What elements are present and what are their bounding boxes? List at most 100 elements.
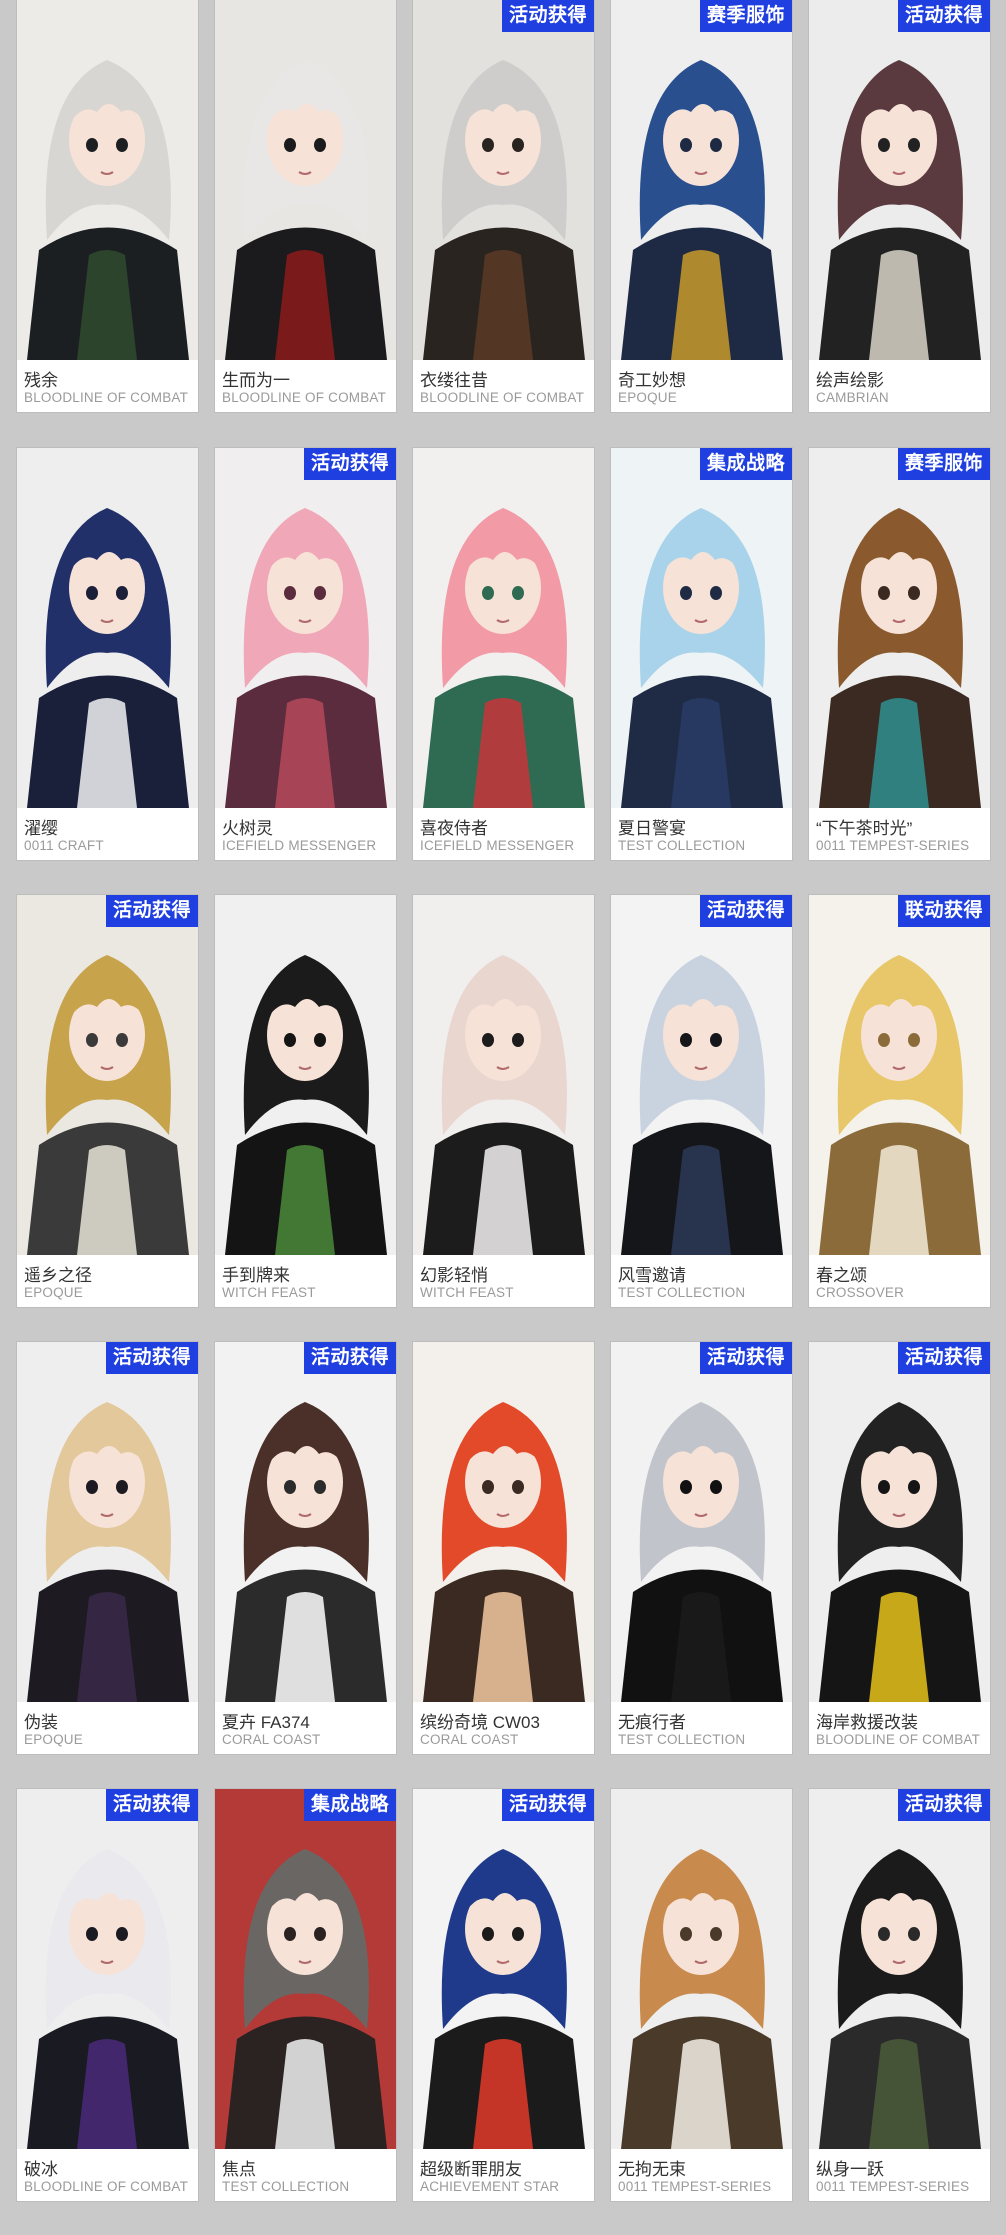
obtain-badge: 赛季服饰 <box>897 448 990 480</box>
skin-card[interactable]: 活动获得 风雪邀请 TEST COLLECTION <box>611 895 792 1307</box>
skin-artwork <box>611 1789 792 2149</box>
skin-series: TEST COLLECTION <box>618 1732 746 1747</box>
skin-card[interactable]: 喜夜侍者 ICEFIELD MESSENGER <box>413 448 594 860</box>
skin-artwork <box>413 1342 594 1702</box>
skin-artwork <box>611 895 792 1255</box>
skin-artwork <box>17 1789 198 2149</box>
skin-artwork <box>17 1342 198 1702</box>
skin-name: 喜夜侍者 <box>420 819 488 838</box>
skin-series: 0011 CRAFT <box>24 838 104 853</box>
skin-name: 伪装 <box>24 1713 58 1732</box>
skin-series: CORAL COAST <box>420 1732 519 1747</box>
skin-card[interactable]: 缤纷奇境 CW03 CORAL COAST <box>413 1342 594 1754</box>
skin-caption: 奇工妙想 EPOQUE <box>611 360 792 412</box>
skin-card[interactable]: 活动获得夏卉 FA374 CORAL COAST <box>215 1342 396 1754</box>
skin-card[interactable]: 活动获得绘声绘影 CAMBRIAN <box>809 0 990 412</box>
skin-artwork <box>215 895 396 1255</box>
skin-artwork <box>17 0 198 360</box>
skin-caption: 生而为一 BLOODLINE OF COMBAT <box>215 360 396 412</box>
skin-artwork <box>809 0 990 360</box>
skin-name: 生而为一 <box>222 371 290 390</box>
skin-artwork <box>413 1789 594 2149</box>
skin-card[interactable]: 残余 BLOODLINE OF COMBAT <box>17 0 198 412</box>
skin-card[interactable]: 活动获得破冰 BLOODLINE OF COMBAT <box>17 1789 198 2201</box>
skin-caption: 春之颂 CROSSOVER <box>809 1255 990 1307</box>
skin-series: CAMBRIAN <box>816 390 889 405</box>
obtain-badge: 活动获得 <box>105 895 198 927</box>
skin-name: 纵身一跃 <box>816 2160 884 2179</box>
skin-card[interactable]: 集成战略 夏日警宴 TEST COLLECTION <box>611 448 792 860</box>
skin-name: 濯缨 <box>24 819 58 838</box>
skin-artwork <box>809 1789 990 2149</box>
obtain-badge: 赛季服饰 <box>699 0 792 32</box>
skin-series: EPOQUE <box>24 1285 83 1300</box>
skin-name: 夏卉 FA374 <box>222 1713 310 1732</box>
skin-name: 手到牌来 <box>222 1266 290 1285</box>
skin-caption: 手到牌来 WITCH FEAST <box>215 1255 396 1307</box>
obtain-badge: 活动获得 <box>501 1789 594 1821</box>
obtain-badge: 活动获得 <box>897 0 990 32</box>
skin-caption: 超级断罪朋友 ACHIEVEMENT STAR <box>413 2149 594 2201</box>
skin-artwork <box>809 895 990 1255</box>
skin-series: ICEFIELD MESSENGER <box>222 838 377 853</box>
skin-card[interactable]: 赛季服饰 “下午茶时光” 0011 TEMPEST-SERIES <box>809 448 990 860</box>
skin-name: “下午茶时光” <box>816 819 913 838</box>
skin-artwork <box>215 1342 396 1702</box>
skin-series: TEST COLLECTION <box>222 2179 350 2194</box>
skin-series: EPOQUE <box>24 1732 83 1747</box>
skin-caption: 夏日警宴 TEST COLLECTION <box>611 808 792 860</box>
skin-caption: 喜夜侍者 ICEFIELD MESSENGER <box>413 808 594 860</box>
skin-name: 破冰 <box>24 2160 58 2179</box>
skin-card[interactable]: 活动获得火树灵 ICEFIELD MESSENGER <box>215 448 396 860</box>
skin-series: BLOODLINE OF COMBAT <box>24 2179 189 2194</box>
skin-series: BLOODLINE OF COMBAT <box>24 390 189 405</box>
skin-name: 火树灵 <box>222 819 273 838</box>
skin-artwork <box>17 895 198 1255</box>
skin-caption: 海岸救援改装 BLOODLINE OF COMBAT <box>809 1702 990 1754</box>
skin-card[interactable]: 联动获得 春之颂 CROSSOVER <box>809 895 990 1307</box>
skin-series: EPOQUE <box>618 390 677 405</box>
skin-name: 幻影轻悄 <box>420 1266 488 1285</box>
skin-card[interactable]: 活动获得 纵身一跃 0011 TEMPEST-SERIES <box>809 1789 990 2201</box>
skin-card[interactable]: 活动获得 衣缕往昔 BLOODLINE OF COMBAT <box>413 0 594 412</box>
skin-card[interactable]: 集成战略 焦点 TEST COLLECTION <box>215 1789 396 2201</box>
skin-caption: 夏卉 FA374 CORAL COAST <box>215 1702 396 1754</box>
skin-card[interactable]: 活动获得超级断罪朋友 ACHIEVEMENT STAR <box>413 1789 594 2201</box>
skin-series: ICEFIELD MESSENGER <box>420 838 575 853</box>
skin-name: 无痕行者 <box>618 1713 686 1732</box>
skin-card[interactable]: 生而为一 BLOODLINE OF COMBAT <box>215 0 396 412</box>
skin-artwork <box>17 448 198 808</box>
skin-caption: 破冰 BLOODLINE OF COMBAT <box>17 2149 198 2201</box>
skin-name: 海岸救援改装 <box>816 1713 918 1732</box>
skin-series: WITCH FEAST <box>420 1285 514 1300</box>
skin-card[interactable]: 活动获得海岸救援改装 BLOODLINE OF COMBAT <box>809 1342 990 1754</box>
skin-card[interactable]: 活动获得伪装 EPOQUE <box>17 1342 198 1754</box>
skin-caption: 遥乡之径 EPOQUE <box>17 1255 198 1307</box>
skin-name: 绘声绘影 <box>816 371 884 390</box>
skin-name: 风雪邀请 <box>618 1266 686 1285</box>
obtain-badge: 活动获得 <box>303 1342 396 1374</box>
skin-series: 0011 TEMPEST-SERIES <box>816 838 970 853</box>
obtain-badge: 活动获得 <box>303 448 396 480</box>
obtain-badge: 活动获得 <box>105 1789 198 1821</box>
skin-series: 0011 TEMPEST-SERIES <box>618 2179 772 2194</box>
skin-series: CROSSOVER <box>816 1285 905 1300</box>
skin-artwork <box>809 1342 990 1702</box>
skin-series: 0011 TEMPEST-SERIES <box>816 2179 970 2194</box>
skin-name: 残余 <box>24 371 58 390</box>
skin-artwork <box>215 1789 396 2149</box>
skin-card[interactable]: 幻影轻悄 WITCH FEAST <box>413 895 594 1307</box>
skin-series: BLOODLINE OF COMBAT <box>420 390 585 405</box>
obtain-badge: 活动获得 <box>897 1342 990 1374</box>
skin-card[interactable]: 濯缨 0011 CRAFT <box>17 448 198 860</box>
skin-name: 无拘无束 <box>618 2160 686 2179</box>
skin-series: TEST COLLECTION <box>618 1285 746 1300</box>
skin-name: 奇工妙想 <box>618 371 686 390</box>
skin-card[interactable]: 无拘无束 0011 TEMPEST-SERIES <box>611 1789 792 2201</box>
skin-card[interactable]: 手到牌来 WITCH FEAST <box>215 895 396 1307</box>
skin-card[interactable]: 活动获得 无痕行者 TEST COLLECTION <box>611 1342 792 1754</box>
skin-card[interactable]: 赛季服饰奇工妙想 EPOQUE <box>611 0 792 412</box>
obtain-badge: 活动获得 <box>105 1342 198 1374</box>
obtain-badge: 集成战略 <box>303 1789 396 1821</box>
skin-card[interactable]: 活动获得遥乡之径 EPOQUE <box>17 895 198 1307</box>
